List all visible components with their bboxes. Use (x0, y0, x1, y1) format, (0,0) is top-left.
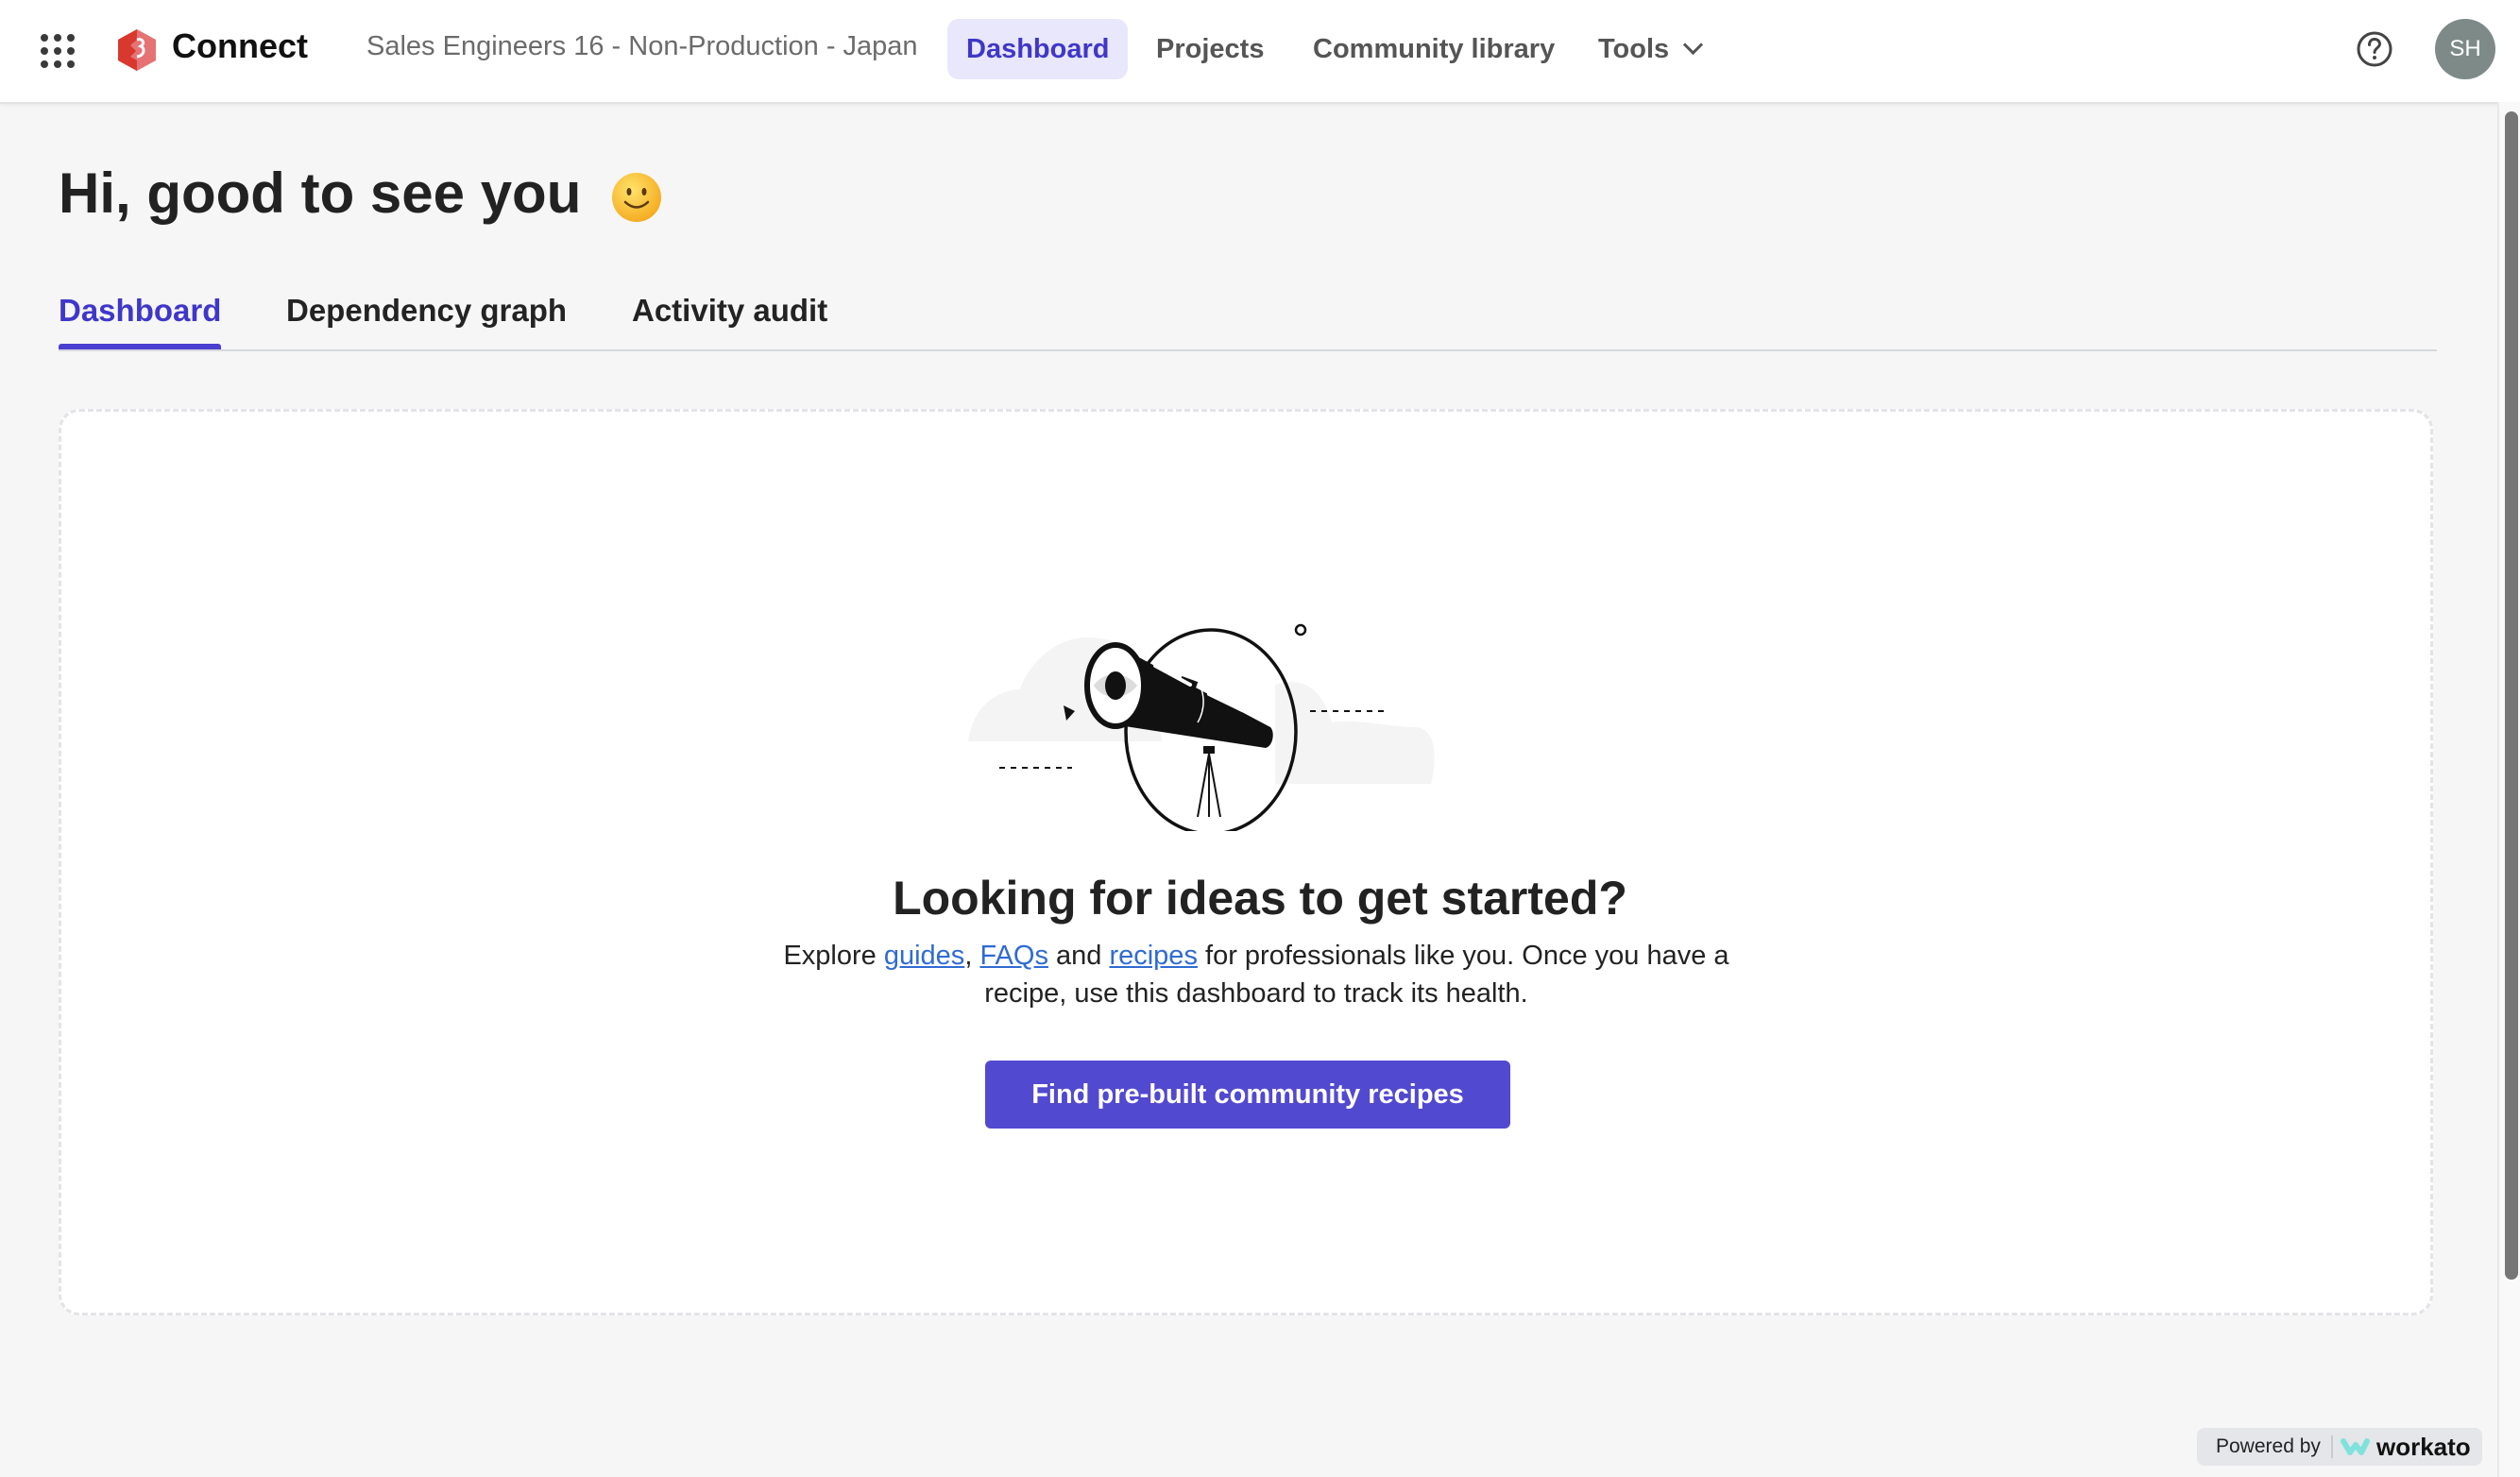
body-and: and (1047, 941, 1110, 971)
powered-by-label: Powered by (2216, 1435, 2321, 1457)
dashboard-tabs: Dashboard Dependency graph Activity audi… (59, 283, 2437, 351)
page-greeting: Hi, good to see you (59, 161, 663, 226)
body-prefix: Explore (783, 941, 884, 971)
scrollbar-thumb[interactable] (2505, 111, 2518, 1280)
workato-wordmark: workato (2376, 1433, 2471, 1461)
empty-state-description: Explore guides, FAQs and recipes for pro… (756, 937, 1757, 1012)
tab-dashboard[interactable]: Dashboard (59, 293, 222, 349)
empty-state-card (59, 409, 2433, 1316)
find-community-recipes-button[interactable]: Find pre-built community recipes (985, 1061, 1510, 1129)
nav-dashboard[interactable]: Dashboard (947, 19, 1129, 79)
connect-logo-icon (118, 29, 156, 71)
chevron-down-icon (1683, 34, 1704, 56)
tab-dependency-graph[interactable]: Dependency graph (286, 293, 567, 348)
nav-tools[interactable]: Tools (1579, 19, 1719, 79)
help-question-icon[interactable] (2356, 30, 2393, 68)
smiling-face-icon (612, 173, 662, 223)
top-navigation-bar: Connect Sales Engineers 16 - Non-Product… (0, 0, 2520, 104)
recipes-link[interactable]: recipes (1109, 941, 1198, 971)
tab-activity-audit[interactable]: Activity audit (632, 293, 827, 348)
empty-state-headline: Looking for ideas to get started? (893, 872, 1627, 925)
user-avatar[interactable]: SH (2435, 19, 2495, 79)
powered-by-badge[interactable]: Powered by workato (2197, 1428, 2482, 1466)
guides-link[interactable]: guides (884, 941, 964, 971)
apps-grid-icon[interactable] (41, 34, 75, 68)
faqs-link[interactable]: FAQs (979, 941, 1048, 971)
nav-projects[interactable]: Projects (1137, 19, 1283, 79)
workato-logo-icon (2341, 1438, 2370, 1455)
nav-community-library[interactable]: Community library (1294, 19, 1574, 79)
workspace-name: Sales Engineers 16 - Non-Production - Ja… (366, 31, 918, 61)
telescope-illustration (968, 623, 1435, 831)
brand-name[interactable]: Connect (172, 26, 308, 66)
nav-tools-label: Tools (1598, 34, 1670, 64)
body-comma: , (964, 941, 980, 971)
badge-divider (2331, 1435, 2333, 1458)
greeting-text: Hi, good to see you (59, 161, 582, 225)
